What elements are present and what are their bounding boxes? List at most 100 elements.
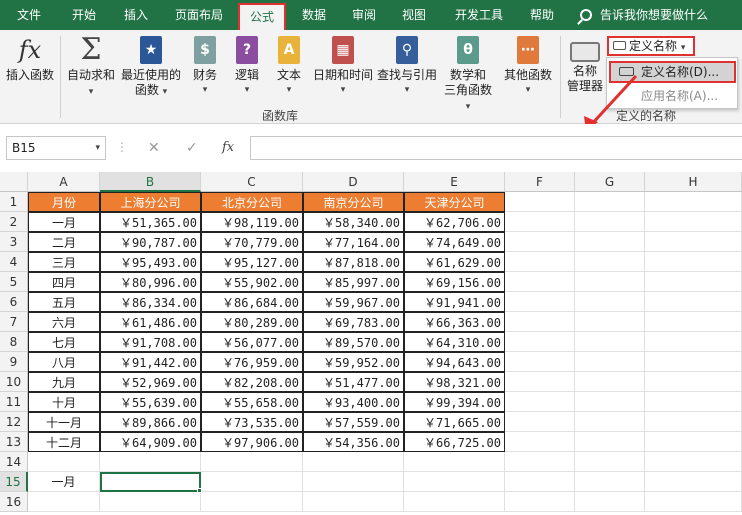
menu-item-apply-names[interactable]: 应用名称(A)... (609, 86, 736, 106)
tab-help[interactable]: 帮助 (520, 0, 564, 30)
tab-page-layout[interactable]: 页面布局 (166, 0, 232, 30)
cell-b5[interactable]: ￥80,996.00 (100, 272, 201, 292)
cell-e11[interactable]: ￥99,394.00 (404, 392, 505, 412)
row-header-10[interactable]: 10 (0, 372, 28, 392)
cell-e9[interactable]: ￥94,643.00 (404, 352, 505, 372)
cell-f4[interactable] (505, 252, 575, 272)
selected-cell-b15[interactable] (100, 472, 201, 492)
tab-review[interactable]: 审阅 (342, 0, 386, 30)
cell-a4[interactable]: 三月 (28, 252, 100, 272)
row-header-9[interactable]: 9 (0, 352, 28, 372)
cell-f7[interactable] (505, 312, 575, 332)
cell-d16[interactable] (303, 492, 404, 512)
cell-b12[interactable]: ￥89,866.00 (100, 412, 201, 432)
cell-d7[interactable]: ￥69,783.00 (303, 312, 404, 332)
cell-h6[interactable] (645, 292, 742, 312)
tab-data[interactable]: 数据 (292, 0, 336, 30)
cell-g7[interactable] (575, 312, 645, 332)
recent-functions-button[interactable]: ★ 最近使用的 函数 ▾ (120, 36, 182, 100)
cell-e13[interactable]: ￥66,725.00 (404, 432, 505, 452)
cell-h12[interactable] (645, 412, 742, 432)
cell-e1[interactable]: 天津分公司 (404, 192, 505, 212)
chevron-down-icon[interactable]: ▾ (95, 137, 100, 159)
tab-home[interactable]: 开始 (62, 0, 106, 30)
cell-h13[interactable] (645, 432, 742, 452)
cell-e7[interactable]: ￥66,363.00 (404, 312, 505, 332)
column-header-a[interactable]: A (28, 172, 100, 192)
cell-c6[interactable]: ￥86,684.00 (201, 292, 303, 312)
cell-h14[interactable] (645, 452, 742, 472)
menu-item-define-name[interactable]: 定义名称(D)... (609, 61, 736, 83)
cell-f13[interactable] (505, 432, 575, 452)
text-button[interactable]: A 文本 ▾ (272, 36, 306, 98)
cell-b11[interactable]: ￥55,639.00 (100, 392, 201, 412)
cell-e6[interactable]: ￥91,941.00 (404, 292, 505, 312)
enter-icon[interactable]: ✓ (186, 136, 198, 160)
cell-h7[interactable] (645, 312, 742, 332)
row-header-8[interactable]: 8 (0, 332, 28, 352)
cell-f2[interactable] (505, 212, 575, 232)
cell-e8[interactable]: ￥64,310.00 (404, 332, 505, 352)
cell-c2[interactable]: ￥98,119.00 (201, 212, 303, 232)
tell-me-box[interactable]: 告诉我你想要做什么 (580, 0, 708, 30)
row-header-5[interactable]: 5 (0, 272, 28, 292)
cell-f1[interactable] (505, 192, 575, 212)
cell-e2[interactable]: ￥62,706.00 (404, 212, 505, 232)
cell-g12[interactable] (575, 412, 645, 432)
cell-h3[interactable] (645, 232, 742, 252)
cell-a3[interactable]: 二月 (28, 232, 100, 252)
cell-f15[interactable] (505, 472, 575, 492)
cell-f5[interactable] (505, 272, 575, 292)
lookup-button[interactable]: ⚲ 查找与引用 ▾ (376, 36, 438, 98)
cell-b6[interactable]: ￥86,334.00 (100, 292, 201, 312)
drag-handle-icon[interactable]: ⋮ (116, 140, 128, 154)
cell-f6[interactable] (505, 292, 575, 312)
cell-f12[interactable] (505, 412, 575, 432)
cell-h11[interactable] (645, 392, 742, 412)
cell-g9[interactable] (575, 352, 645, 372)
cell-g16[interactable] (575, 492, 645, 512)
cell-b1[interactable]: 上海分公司 (100, 192, 201, 212)
cell-h10[interactable] (645, 372, 742, 392)
row-header-15[interactable]: 15 (0, 472, 28, 492)
cell-d14[interactable] (303, 452, 404, 472)
cell-a2[interactable]: 一月 (28, 212, 100, 232)
cell-f11[interactable] (505, 392, 575, 412)
select-all-corner[interactable] (0, 172, 28, 192)
row-header-4[interactable]: 4 (0, 252, 28, 272)
cell-d9[interactable]: ￥59,952.00 (303, 352, 404, 372)
cell-b7[interactable]: ￥61,486.00 (100, 312, 201, 332)
cell-h15[interactable] (645, 472, 742, 492)
cell-b14[interactable] (100, 452, 201, 472)
cell-e3[interactable]: ￥74,649.00 (404, 232, 505, 252)
column-header-h[interactable]: H (645, 172, 742, 192)
define-name-button[interactable]: 定义名称 ▾ (607, 36, 695, 56)
tab-insert[interactable]: 插入 (114, 0, 158, 30)
tab-formulas[interactable]: 公式 (238, 3, 286, 30)
cell-a11[interactable]: 十月 (28, 392, 100, 412)
row-header-3[interactable]: 3 (0, 232, 28, 252)
cell-a9[interactable]: 八月 (28, 352, 100, 372)
cell-g15[interactable] (575, 472, 645, 492)
cell-d15[interactable] (303, 472, 404, 492)
datetime-button[interactable]: ▦ 日期和时间 ▾ (310, 36, 376, 98)
cell-e15[interactable] (404, 472, 505, 492)
cell-a1[interactable]: 月份 (28, 192, 100, 212)
tab-developer[interactable]: 开发工具 (446, 0, 512, 30)
cell-h5[interactable] (645, 272, 742, 292)
cell-c16[interactable] (201, 492, 303, 512)
column-header-c[interactable]: C (201, 172, 303, 192)
insert-function-icon[interactable]: fx (222, 136, 234, 160)
cell-f3[interactable] (505, 232, 575, 252)
cell-a14[interactable] (28, 452, 100, 472)
cell-c9[interactable]: ￥76,959.00 (201, 352, 303, 372)
autosum-button[interactable]: Σ 自动求和 ▾ (64, 35, 118, 100)
cell-c14[interactable] (201, 452, 303, 472)
row-header-11[interactable]: 11 (0, 392, 28, 412)
cell-a7[interactable]: 六月 (28, 312, 100, 332)
column-header-e[interactable]: E (404, 172, 505, 192)
cell-h4[interactable] (645, 252, 742, 272)
cell-c13[interactable]: ￥97,906.00 (201, 432, 303, 452)
cell-d10[interactable]: ￥51,477.00 (303, 372, 404, 392)
name-box[interactable]: B15 ▾ (6, 136, 106, 160)
